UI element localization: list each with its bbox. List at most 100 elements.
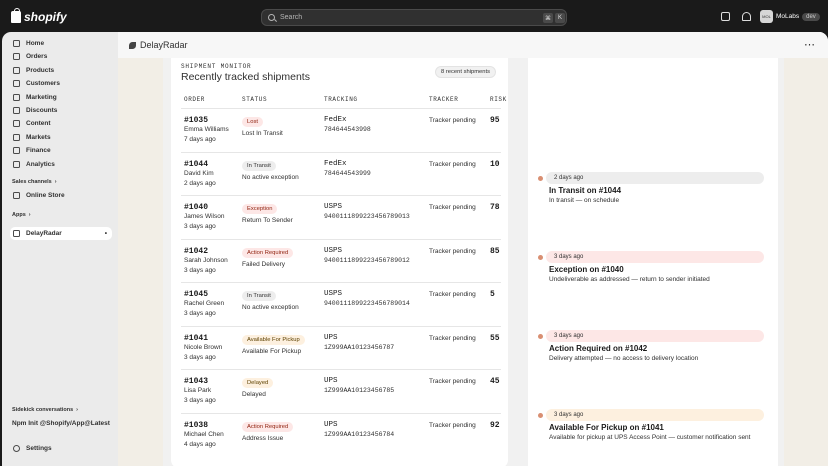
sidebar-item-label: Home (26, 40, 45, 47)
carrier-name: FedEx (324, 116, 347, 124)
more-actions-button[interactable]: ⋯ (804, 38, 815, 51)
sidebar-item-label: Content (26, 120, 51, 127)
table-row[interactable]: #1038 Michael Chen 4 days ago Action Requir… (181, 412, 501, 456)
sidebar-item-customers[interactable]: Customers (10, 77, 112, 90)
sidebar-item-label: DelayRadar (26, 230, 62, 237)
order-number[interactable]: #1038 (184, 421, 208, 430)
table-row[interactable]: #1040 James Wilson 3 days ago Exception Retu… (181, 195, 501, 238)
sidebar-item-online-store[interactable]: Online Store (10, 189, 112, 202)
person-icon (13, 80, 20, 87)
order-age: 3 days ago (184, 310, 216, 317)
order-number[interactable]: #1045 (184, 290, 208, 299)
sales-channels-label: Sales channels (12, 179, 52, 185)
shipment-monitor-card: SHIPMENT MONITOR Recently tracked shipme… (171, 58, 508, 466)
order-number[interactable]: #1042 (184, 247, 208, 256)
event-title[interactable]: Available For Pickup on #1041 (549, 423, 664, 432)
tracking-number[interactable]: 1Z999AA10123456784 (324, 431, 394, 438)
table-row[interactable]: #1035 Emma Williams 7 days ago Lost Lost In … (181, 108, 501, 151)
sidekick-label: Sidekick conversations (12, 407, 74, 413)
sidebar-item-label: Orders (26, 53, 48, 60)
event-title[interactable]: Action Required on #1042 (549, 344, 647, 353)
status-detail: No active exception (242, 173, 299, 181)
shopify-logo[interactable]: shopify (11, 8, 67, 24)
sidekick-heading[interactable]: Sidekick conversations › (12, 407, 78, 413)
store-icon (13, 192, 20, 199)
pin-icon: • (104, 230, 107, 237)
sidebar-item-products[interactable]: Products (10, 64, 112, 77)
table-row[interactable]: #1043 Lisa Park 3 days ago Delayed Delayed UP… (181, 369, 501, 412)
event-time: 2 days ago (546, 172, 764, 184)
column-header-risk: RISK (490, 96, 507, 103)
status-detail: Failed Delivery (242, 260, 285, 268)
sidebar-item-orders[interactable]: Orders (10, 50, 112, 63)
risk-score: 5 (490, 290, 495, 299)
risk-score: 92 (490, 420, 500, 430)
search-icon (268, 14, 275, 21)
user-name: MoLabs (776, 13, 800, 20)
sidebar-item-label: Markets (26, 134, 51, 141)
status-badge: Action Required (242, 421, 294, 432)
chart-icon (13, 161, 20, 168)
tracking-number[interactable]: 1Z999AA10123456785 (324, 387, 394, 394)
sidebar-item-marketing[interactable]: Marketing (10, 91, 112, 104)
sidebar-item-label: Analytics (26, 161, 55, 168)
user-menu[interactable]: MOL MoLabs dev (760, 10, 820, 23)
order-number[interactable]: #1041 (184, 334, 208, 343)
event-title[interactable]: Exception on #1040 (549, 265, 624, 274)
tag-icon (13, 67, 20, 74)
sales-channels-heading[interactable]: Sales channels › (12, 179, 57, 185)
sidebar-item-finance[interactable]: Finance (10, 144, 112, 157)
bell-icon[interactable] (742, 12, 751, 21)
order-number[interactable]: #1040 (184, 203, 208, 212)
order-number[interactable]: #1043 (184, 377, 208, 386)
tracker-status: Tracker pending (429, 160, 476, 168)
tracking-number[interactable]: 9400111899223456789013 (324, 213, 410, 220)
order-age: 3 days ago (184, 353, 216, 361)
top-bar: shopify Search ⌘ K MOL MoLabs dev (0, 0, 828, 32)
tracking-number[interactable]: 1Z999AA10123456787 (324, 344, 394, 351)
table-row[interactable]: #1044 David Kim 2 days ago In Transit No act… (181, 151, 501, 195)
order-number[interactable]: #1044 (184, 160, 208, 169)
column-header-tracking: TRACKING (324, 96, 358, 103)
table-row[interactable]: #1042 Sarah Johnson 3 days ago Action Requi… (181, 238, 501, 282)
tracking-number[interactable]: 9400111899223456789012 (324, 257, 410, 264)
timeline-dot (538, 175, 543, 181)
search-bar[interactable]: Search ⌘ K (261, 9, 567, 26)
status-badge: Available For Pickup (242, 334, 305, 345)
shopify-bag-icon (11, 8, 21, 23)
npm-label: Npm Init @Shopify/App@Latest (12, 420, 110, 427)
status-badge: Lost (242, 117, 263, 127)
order-age: 3 days ago (184, 397, 216, 404)
npm-init-item[interactable]: Npm Init @Shopify/App@Latest (12, 420, 110, 427)
apps-heading[interactable]: Apps › (12, 212, 31, 218)
order-number[interactable]: #1035 (184, 116, 208, 125)
tracking-number[interactable]: 784644543998 (324, 126, 371, 133)
shopify-wordmark: shopify (24, 10, 67, 24)
sidebar-item-markets[interactable]: Markets (10, 131, 112, 144)
event-time: 3 days ago (546, 409, 764, 421)
sidebar-item-home[interactable]: Home (10, 37, 112, 50)
event-detail: In transit — on schedule (549, 197, 620, 204)
order-age: 3 days ago (184, 223, 216, 230)
cmd-key: ⌘ (543, 13, 553, 23)
tracking-number[interactable]: 9400111899223456789014 (324, 300, 410, 307)
order-age: 7 days ago (184, 136, 216, 143)
sidebar-item-delayradar[interactable]: DelayRadar • (10, 227, 112, 240)
sidebar-item-content[interactable]: Content (10, 117, 112, 130)
customer-name: Michael Chen (184, 430, 224, 438)
status-badge: In Transit (242, 291, 276, 301)
carrier-name: USPS (324, 246, 343, 255)
sidebar-item-label: Marketing (26, 94, 57, 101)
sidebar-item-settings[interactable]: Settings (10, 442, 112, 455)
sidebar-item-label: Customers (26, 80, 60, 87)
sidebar-item-analytics[interactable]: Analytics (10, 158, 112, 171)
table-row[interactable]: #1045 Rachel Green 3 days ago In Transit No … (181, 282, 501, 325)
table-row[interactable]: #1041 Nicole Brown 3 days ago Available For… (181, 325, 501, 369)
sidebar-item-discounts[interactable]: Discounts (10, 104, 112, 117)
store-icon[interactable] (721, 12, 730, 21)
customer-name: Rachel Green (184, 300, 225, 307)
event-title[interactable]: In Transit on #1044 (549, 186, 621, 195)
decorative-band-left (118, 58, 163, 466)
column-header-status: STATUS (242, 96, 268, 103)
tracking-number[interactable]: 784644543999 (324, 170, 371, 177)
